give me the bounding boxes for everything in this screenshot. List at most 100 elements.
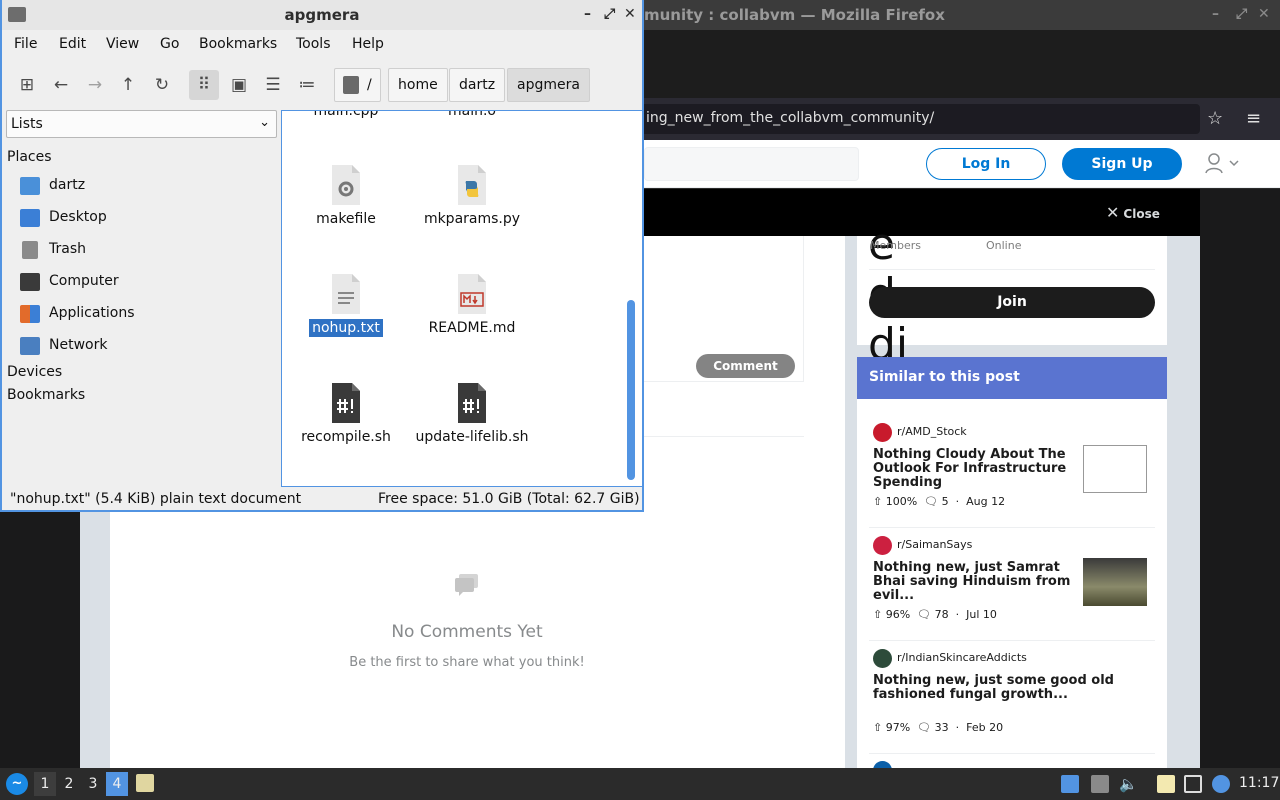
- bookmark-star-icon[interactable]: ☆: [1207, 108, 1229, 130]
- breadcrumb-apgmera[interactable]: apgmera: [507, 68, 590, 102]
- user-menu-icon[interactable]: [1204, 152, 1244, 176]
- subreddit-name[interactable]: r/SaimanSays: [897, 538, 972, 551]
- scrollbar[interactable]: [627, 300, 635, 480]
- file-icon-view[interactable]: main.cpp main.o makefile mkparams.py noh…: [281, 110, 643, 487]
- sidebar-item-label: Trash: [49, 241, 86, 257]
- side-pane-mode-select[interactable]: Lists ⌄: [6, 110, 277, 138]
- comment-button[interactable]: Comment: [696, 354, 795, 378]
- online-label: Online: [986, 239, 1022, 252]
- signup-button[interactable]: Sign Up: [1062, 148, 1182, 180]
- file-name: update-lifelib.sh: [415, 429, 529, 445]
- trash-icon: [22, 241, 38, 259]
- maximize-icon[interactable]: ⤢: [604, 6, 615, 22]
- post-thumbnail[interactable]: [1083, 445, 1147, 493]
- back-arrow-icon[interactable]: ←: [46, 70, 76, 100]
- file-name: main.cpp: [313, 110, 379, 119]
- toolbar: ⊞ ← → ↑ ↻ ⠿ ▣ ☰ ≔ / home dartz apgmera: [2, 62, 642, 106]
- subreddit-avatar: [873, 761, 892, 768]
- clipboard-icon[interactable]: [1157, 775, 1175, 793]
- login-button[interactable]: Log In: [926, 148, 1046, 180]
- menu-file[interactable]: File: [14, 36, 37, 52]
- reddit-search-input[interactable]: [644, 147, 859, 181]
- subreddit-avatar: [873, 536, 892, 555]
- subreddit-name[interactable]: r/AMD_Stock: [897, 425, 967, 438]
- forward-arrow-icon[interactable]: →: [80, 70, 110, 100]
- volume-icon[interactable]: 🔈: [1119, 775, 1138, 793]
- places-header: Places: [7, 149, 52, 165]
- minimize-icon[interactable]: –: [584, 6, 591, 22]
- icon-view-icon[interactable]: ⠿: [189, 70, 219, 100]
- menu-tools[interactable]: Tools: [296, 36, 331, 52]
- post-title[interactable]: Nothing new, just Samrat Bhai saving Hin…: [873, 561, 1073, 603]
- close-icon[interactable]: ✕: [624, 6, 636, 22]
- breadcrumb-root[interactable]: /: [334, 68, 381, 102]
- sidebar-item-desktop[interactable]: Desktop: [20, 206, 270, 232]
- workspace-2[interactable]: 2: [58, 772, 80, 796]
- up-arrow-icon[interactable]: ↑: [113, 70, 143, 100]
- sidebar-item-dartz[interactable]: dartz: [20, 174, 270, 200]
- battery-icon[interactable]: [1091, 775, 1109, 793]
- post-title[interactable]: Nothing new, just some good old fashione…: [873, 674, 1143, 702]
- file-manager-titlebar[interactable]: apgmera – ⤢ ✕: [2, 0, 642, 30]
- similar-post[interactable]: r/IndianSkincareAddicts Nothing new, jus…: [869, 641, 1155, 754]
- post-thumbnail[interactable]: [1083, 558, 1147, 606]
- file-name: recompile.sh: [301, 429, 391, 445]
- join-button[interactable]: Join: [869, 287, 1155, 318]
- minimize-icon[interactable]: –: [1212, 6, 1219, 22]
- python-icon: [458, 165, 486, 205]
- taskbar: ~ 1 2 3 4 🔈 11:17: [0, 768, 1280, 800]
- breadcrumb-dartz[interactable]: dartz: [449, 68, 506, 102]
- subreddit-name[interactable]: r/IndianSkincareAddicts: [897, 651, 1027, 664]
- thumbnail-view-icon[interactable]: ▣: [224, 70, 254, 100]
- clock[interactable]: 11:17: [1239, 775, 1279, 791]
- detailed-list-icon[interactable]: ≔: [292, 70, 322, 100]
- sidebar-item-trash[interactable]: Trash: [20, 238, 270, 264]
- file-name-selected: nohup.txt: [286, 318, 406, 338]
- post-meta: ⇧ 96% 🗨 78 · Jul 10: [873, 608, 997, 621]
- devices-header[interactable]: Devices: [7, 364, 62, 380]
- workspace-4[interactable]: 4: [106, 772, 128, 796]
- new-tab-icon[interactable]: ⊞: [12, 70, 42, 100]
- menu-help[interactable]: Help: [352, 36, 384, 52]
- script-icon: [332, 383, 360, 423]
- compact-view-icon[interactable]: ☰: [258, 70, 288, 100]
- divider: [642, 436, 804, 437]
- url-bar[interactable]: ing_new_from_the_collabvm_community/: [640, 104, 1200, 134]
- menu-view[interactable]: View: [106, 36, 139, 52]
- post-title[interactable]: Nothing Cloudy About The Outlook For Inf…: [873, 448, 1073, 490]
- sidebar-item-computer[interactable]: Computer: [20, 270, 270, 296]
- menu-edit[interactable]: Edit: [59, 36, 86, 52]
- subreddit-avatar: [873, 649, 892, 668]
- sidebar-item-network[interactable]: Network: [20, 334, 270, 360]
- file-manager-task-icon[interactable]: [136, 774, 154, 792]
- display-icon[interactable]: [1061, 775, 1079, 793]
- workspace-1[interactable]: 1: [34, 772, 56, 796]
- menu-bookmarks[interactable]: Bookmarks: [199, 36, 277, 52]
- updates-icon[interactable]: [1212, 775, 1230, 793]
- script-icon: [458, 383, 486, 423]
- menubar: File Edit View Go Bookmarks Tools Help: [2, 30, 642, 60]
- sidebar-item-applications[interactable]: Applications: [20, 302, 270, 328]
- sidebar-item-label: dartz: [49, 177, 86, 193]
- start-menu-icon[interactable]: ~: [6, 773, 28, 795]
- breadcrumb-home[interactable]: home: [388, 68, 448, 102]
- divider: [869, 753, 1155, 754]
- keyboard-icon[interactable]: [1184, 775, 1202, 793]
- workspace-3[interactable]: 3: [82, 772, 104, 796]
- chevron-down-icon: ⌄: [259, 115, 270, 130]
- close-post-button[interactable]: ✕ Close: [1106, 203, 1160, 222]
- file-name: makefile: [316, 211, 376, 227]
- bookmarks-header[interactable]: Bookmarks: [7, 387, 85, 403]
- similar-posts-header: Similar to this post: [857, 357, 1167, 399]
- hamburger-menu-icon[interactable]: ≡: [1246, 108, 1268, 130]
- reload-icon[interactable]: ↻: [147, 70, 177, 100]
- url-text: ing_new_from_the_collabvm_community/: [646, 110, 935, 126]
- similar-post[interactable]: r/SaimanSays Nothing new, just Samrat Bh…: [869, 528, 1155, 641]
- menu-go[interactable]: Go: [160, 36, 179, 52]
- similar-post[interactable]: r/AMD_Stock Nothing Cloudy About The Out…: [869, 415, 1155, 528]
- maximize-icon[interactable]: ⤢: [1236, 6, 1247, 22]
- drive-icon: [343, 76, 359, 94]
- text-file-icon: [332, 274, 360, 314]
- computer-icon: [20, 273, 40, 291]
- close-icon[interactable]: ✕: [1258, 6, 1270, 22]
